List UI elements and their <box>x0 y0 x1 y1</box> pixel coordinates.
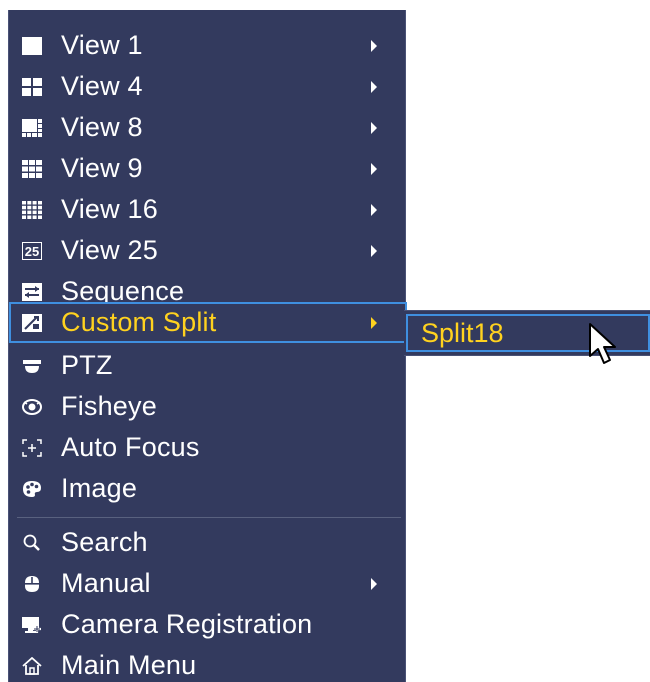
custom-split-icon <box>21 312 43 334</box>
view25-icon-text: 25 <box>25 244 39 259</box>
chevron-right-icon <box>371 244 377 257</box>
menu-item-search[interactable]: Search <box>9 522 407 563</box>
menu-item-label: PTZ <box>61 350 113 380</box>
menu-item-label: Image <box>61 473 138 503</box>
view4-icon <box>21 76 43 98</box>
chevron-right-icon <box>371 577 377 590</box>
menu-item-view-9[interactable]: View 9 <box>9 148 407 189</box>
fisheye-icon <box>21 396 43 418</box>
menu-item-ptz[interactable]: PTZ <box>9 345 407 386</box>
menu-item-view-16[interactable]: View 16 <box>9 189 407 230</box>
chevron-right-icon <box>371 121 377 134</box>
sequence-icon <box>21 281 43 303</box>
chevron-right-icon <box>371 80 377 93</box>
mouse-cursor-icon <box>589 323 616 364</box>
menu-item-label: Search <box>61 527 148 557</box>
menu-item-label: Fisheye <box>61 391 157 421</box>
menu-item-image[interactable]: Image <box>9 468 407 509</box>
menu-item-label: Custom Split <box>61 307 217 337</box>
menu-item-view-8[interactable]: View 8 <box>9 107 407 148</box>
menu-item-label: View 25 <box>61 235 158 265</box>
menu-item-view-4[interactable]: View 4 <box>9 66 407 107</box>
menu-divider <box>17 517 401 518</box>
menu-item-manual[interactable]: Manual <box>9 563 407 604</box>
context-menu: View 1 View 4 View 8 View 9 View 16 25 V… <box>8 10 407 682</box>
search-icon <box>21 532 43 554</box>
menu-item-label: View 1 <box>61 30 143 60</box>
menu-item-main-menu[interactable]: Main Menu <box>9 645 407 682</box>
menu-item-label: View 9 <box>61 153 143 183</box>
chevron-right-icon <box>371 162 377 175</box>
menu-item-label: View 16 <box>61 194 158 224</box>
menu-item-label: Camera Registration <box>61 609 313 639</box>
menu-item-label: Main Menu <box>61 650 197 680</box>
menu-item-label: View 4 <box>61 71 143 101</box>
palette-icon <box>21 478 43 500</box>
menu-item-camera-registration[interactable]: Camera Registration <box>9 604 407 645</box>
chevron-right-icon <box>371 203 377 216</box>
stage: View 1 View 4 View 8 View 9 View 16 25 V… <box>0 0 650 682</box>
view9-icon <box>21 158 43 180</box>
menu-item-label: Auto Focus <box>61 432 200 462</box>
view1-icon <box>21 35 43 57</box>
submenu-item-label: Split18 <box>421 317 504 348</box>
menu-item-view-1[interactable]: View 1 <box>9 25 407 66</box>
menu-item-fisheye[interactable]: Fisheye <box>9 386 407 427</box>
menu-item-custom-split[interactable]: Custom Split <box>9 302 407 343</box>
view8-icon <box>21 117 43 139</box>
ptz-icon <box>21 355 43 377</box>
chevron-right-icon <box>371 316 377 329</box>
home-icon <box>21 655 43 677</box>
view16-icon <box>21 199 43 221</box>
manual-icon <box>21 573 43 595</box>
chevron-right-icon <box>371 39 377 52</box>
menu-item-view-25[interactable]: 25 View 25 <box>9 230 407 271</box>
view25-icon: 25 <box>21 240 43 262</box>
menu-item-label: Manual <box>61 568 151 598</box>
menu-item-label: View 8 <box>61 112 143 142</box>
menu-item-auto-focus[interactable]: Auto Focus <box>9 427 407 468</box>
auto-focus-icon <box>21 437 43 459</box>
camera-registration-icon <box>21 614 43 636</box>
